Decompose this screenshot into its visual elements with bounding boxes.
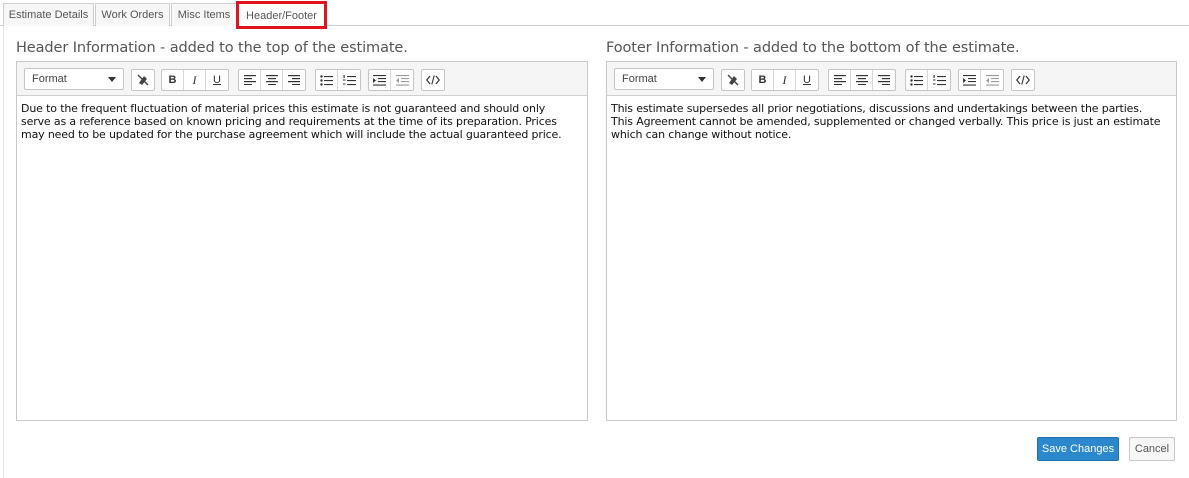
- align-left-icon[interactable]: [239, 70, 261, 90]
- format-label: Format: [32, 73, 67, 85]
- text-style-group: B I U: [751, 69, 819, 91]
- header-section-title: Header Information - added to the top of…: [16, 40, 408, 56]
- header-format-dropdown[interactable]: Format: [24, 68, 124, 90]
- align-group: [828, 69, 896, 91]
- align-group: [238, 69, 306, 91]
- bullet-list-icon[interactable]: [906, 70, 928, 90]
- italic-button[interactable]: I: [184, 70, 206, 90]
- footer-editor: Format B I U This estimate supersedes al…: [606, 61, 1177, 421]
- tab-bar: Estimate Details Work Orders Misc Items …: [0, 0, 1189, 29]
- text-style-group: B I U: [161, 69, 229, 91]
- tab-work-orders[interactable]: Work Orders: [95, 3, 170, 26]
- underline-button[interactable]: U: [796, 70, 818, 90]
- align-center-icon[interactable]: [261, 70, 283, 90]
- indent-icon[interactable]: [369, 70, 391, 90]
- tab-estimate-details[interactable]: Estimate Details: [3, 3, 94, 26]
- chevron-down-icon: [698, 77, 706, 82]
- code-view-icon[interactable]: [1012, 70, 1034, 90]
- cancel-button[interactable]: Cancel: [1129, 437, 1175, 461]
- header-editor: Format B I U Due to the frequent fluctua…: [16, 61, 588, 421]
- align-left-icon[interactable]: [829, 70, 851, 90]
- format-label: Format: [622, 73, 657, 85]
- align-right-icon[interactable]: [873, 70, 895, 90]
- indent-group: [958, 69, 1004, 91]
- footer-section-title: Footer Information - added to the bottom…: [606, 40, 1020, 56]
- numbered-list-icon[interactable]: [338, 70, 360, 90]
- footer-editor-toolbar: Format B I U: [607, 62, 1176, 96]
- save-changes-button[interactable]: Save Changes: [1037, 437, 1119, 461]
- header-content-area[interactable]: Due to the frequent fluctuation of mater…: [21, 102, 581, 141]
- align-right-icon[interactable]: [283, 70, 305, 90]
- align-center-icon[interactable]: [851, 70, 873, 90]
- header-editor-toolbar: Format B I U: [17, 62, 587, 96]
- eraser-icon[interactable]: [132, 70, 154, 90]
- tab-header-footer[interactable]: Header/Footer: [236, 1, 327, 29]
- chevron-down-icon: [108, 77, 116, 82]
- frame-border: [3, 26, 4, 478]
- outdent-icon[interactable]: [981, 70, 1003, 90]
- list-group: [905, 69, 951, 91]
- footer-format-dropdown[interactable]: Format: [614, 68, 714, 90]
- clear-format-group: [721, 69, 745, 91]
- indent-group: [368, 69, 414, 91]
- italic-button[interactable]: I: [774, 70, 796, 90]
- clear-format-group: [131, 69, 155, 91]
- underline-button[interactable]: U: [206, 70, 228, 90]
- code-group: [1011, 69, 1035, 91]
- code-group: [421, 69, 445, 91]
- bold-button[interactable]: B: [162, 70, 184, 90]
- numbered-list-icon[interactable]: [928, 70, 950, 90]
- indent-icon[interactable]: [959, 70, 981, 90]
- list-group: [315, 69, 361, 91]
- outdent-icon[interactable]: [391, 70, 413, 90]
- tab-misc-items[interactable]: Misc Items: [171, 3, 237, 26]
- bullet-list-icon[interactable]: [316, 70, 338, 90]
- eraser-icon[interactable]: [722, 70, 744, 90]
- footer-content-area[interactable]: This estimate supersedes all prior negot…: [611, 102, 1170, 141]
- code-view-icon[interactable]: [422, 70, 444, 90]
- bold-button[interactable]: B: [752, 70, 774, 90]
